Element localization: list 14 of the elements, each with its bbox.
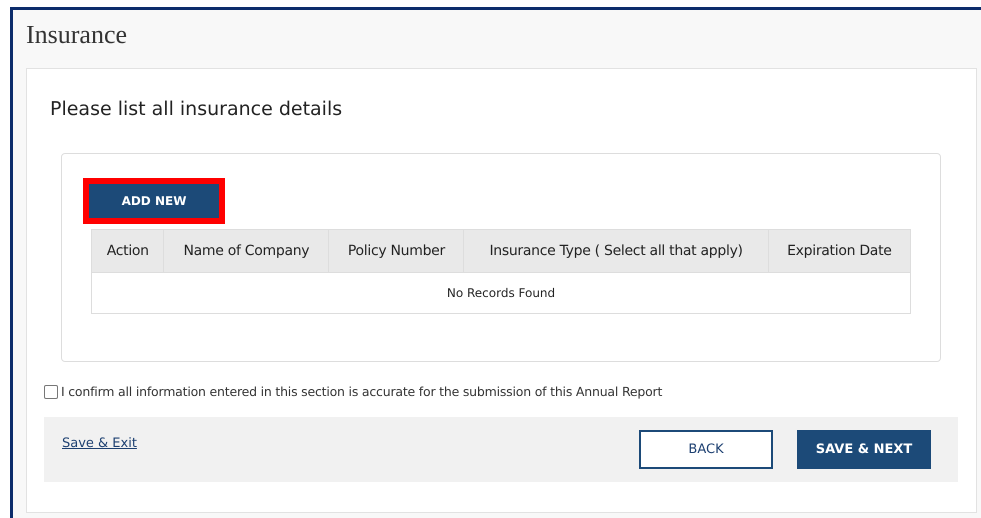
save-next-button[interactable]: SAVE & NEXT xyxy=(797,430,931,469)
column-header: Name of Company xyxy=(164,230,329,272)
add-new-button[interactable]: ADD NEW xyxy=(89,184,219,218)
column-header: Action xyxy=(92,230,164,272)
save-exit-link[interactable]: Save & Exit xyxy=(62,436,137,451)
confirm-checkbox[interactable] xyxy=(44,384,58,398)
column-header: Expiration Date xyxy=(768,230,910,272)
section-heading: Please list all insurance details xyxy=(50,97,344,121)
back-button[interactable]: BACK xyxy=(639,430,773,469)
page-title: Insurance xyxy=(26,20,128,50)
confirm-label: I confirm all information entered in this section is accurate for the submission of this Annual Report xyxy=(61,384,662,399)
column-header: Insurance Type ( Select all that apply) xyxy=(464,230,768,272)
empty-message: No Records Found xyxy=(92,272,910,314)
column-header: Policy Number xyxy=(328,230,464,272)
